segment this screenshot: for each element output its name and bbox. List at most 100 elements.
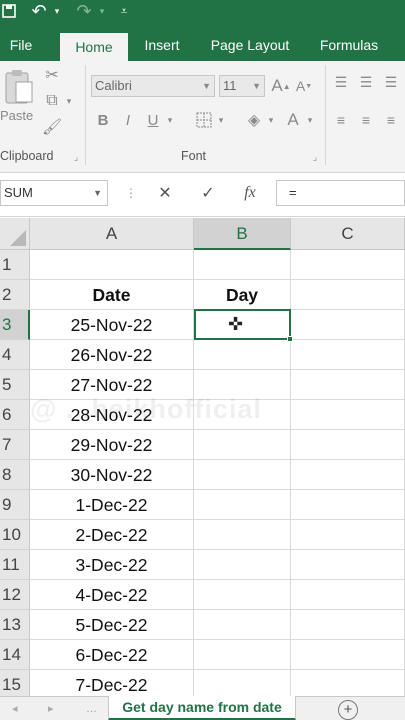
cell-c3[interactable] — [291, 310, 405, 340]
font-name-combo[interactable]: Calibri ▼ — [91, 75, 215, 97]
cell-b1[interactable] — [194, 250, 291, 280]
tab-home[interactable]: Home — [60, 33, 128, 61]
underline-dropdown-icon[interactable]: ▾ — [164, 109, 176, 131]
align-left-icon[interactable]: ≡ — [332, 111, 350, 129]
paste-icon[interactable] — [2, 67, 36, 107]
cell-b13[interactable] — [194, 610, 291, 640]
column-header-b[interactable]: B — [194, 218, 291, 250]
row-header[interactable]: 4 — [0, 340, 30, 370]
row-header[interactable]: 6 — [0, 400, 30, 430]
tab-page-layout[interactable]: Page Layout — [206, 30, 294, 61]
cell-a13[interactable]: 5-Dec-22 — [30, 610, 194, 640]
tab-formulas[interactable]: Formulas — [312, 30, 386, 61]
tab-insert[interactable]: Insert — [136, 30, 188, 61]
cell-c12[interactable] — [291, 580, 405, 610]
underline-icon[interactable]: U — [143, 109, 163, 131]
font-color-dropdown-icon[interactable]: ▾ — [304, 109, 316, 131]
customize-qat-icon[interactable]: ⩡ — [118, 0, 130, 22]
row-header[interactable]: 2 — [0, 280, 30, 310]
cell-c4[interactable] — [291, 340, 405, 370]
borders-icon[interactable] — [193, 109, 215, 131]
fill-color-icon[interactable]: ◈ — [243, 109, 265, 131]
clipboard-launcher-icon[interactable]: ⌟ — [70, 151, 82, 163]
undo-dropdown-icon[interactable]: ▾ — [51, 0, 63, 22]
cell-a9[interactable]: 1-Dec-22 — [30, 490, 194, 520]
row-header[interactable]: 15 — [0, 670, 30, 696]
cell-a4[interactable]: 26-Nov-22 — [30, 340, 194, 370]
cell-a8[interactable]: 30-Nov-22 — [30, 460, 194, 490]
cell-c10[interactable] — [291, 520, 405, 550]
cell-b2[interactable]: Day — [194, 280, 291, 310]
paste-label[interactable]: Paste — [0, 108, 33, 123]
cell-b8[interactable] — [194, 460, 291, 490]
row-header[interactable]: 11 — [0, 550, 30, 580]
cancel-icon[interactable]: ✕ — [152, 180, 178, 206]
cell-c1[interactable] — [291, 250, 405, 280]
cell-c8[interactable] — [291, 460, 405, 490]
cell-a3[interactable]: 25-Nov-22 — [30, 310, 194, 340]
cell-a15[interactable]: 7-Dec-22 — [30, 670, 194, 696]
row-header[interactable]: 5 — [0, 370, 30, 400]
redo-icon[interactable]: ↷ — [73, 0, 95, 22]
cell-a7[interactable]: 29-Nov-22 — [30, 430, 194, 460]
row-header[interactable]: 14 — [0, 640, 30, 670]
cell-b4[interactable] — [194, 340, 291, 370]
format-painter-icon[interactable]: 🖌 — [42, 117, 62, 137]
cell-a12[interactable]: 4-Dec-22 — [30, 580, 194, 610]
cell-b7[interactable] — [194, 430, 291, 460]
cell-b14[interactable] — [194, 640, 291, 670]
align-center-icon[interactable]: ≡ — [357, 111, 375, 129]
bold-icon[interactable]: B — [93, 109, 113, 131]
cell-a10[interactable]: 2-Dec-22 — [30, 520, 194, 550]
grow-font-icon[interactable]: A ▲ — [271, 75, 291, 97]
cell-c14[interactable] — [291, 640, 405, 670]
cell-c11[interactable] — [291, 550, 405, 580]
align-middle-icon[interactable]: ☰ — [357, 73, 375, 91]
cell-a11[interactable]: 3-Dec-22 — [30, 550, 194, 580]
enter-icon[interactable]: ✓ — [195, 180, 221, 206]
column-header-c[interactable]: C — [291, 218, 405, 250]
column-header-a[interactable]: A — [30, 218, 194, 250]
cell-c5[interactable] — [291, 370, 405, 400]
align-bottom-icon[interactable]: ☰ — [382, 73, 400, 91]
cell-c2[interactable] — [291, 280, 405, 310]
cell-a1[interactable] — [30, 250, 194, 280]
row-header[interactable]: 1 — [0, 250, 30, 280]
row-header[interactable]: 7 — [0, 430, 30, 460]
cell-c9[interactable] — [291, 490, 405, 520]
row-header[interactable]: 8 — [0, 460, 30, 490]
cut-icon[interactable]: ✂ — [42, 65, 62, 85]
cell-b11[interactable] — [194, 550, 291, 580]
name-box[interactable]: SUM ▼ — [0, 180, 108, 206]
tab-file[interactable]: File — [0, 30, 42, 61]
select-all-button[interactable] — [0, 218, 30, 250]
font-color-icon[interactable]: A — [282, 109, 304, 131]
font-size-combo[interactable]: 11 ▼ — [219, 75, 265, 97]
cell-a14[interactable]: 6-Dec-22 — [30, 640, 194, 670]
cell-c6[interactable] — [291, 400, 405, 430]
copy-icon[interactable]: ⧉ — [42, 91, 62, 111]
fill-color-dropdown-icon[interactable]: ▾ — [265, 109, 277, 131]
cell-b9[interactable] — [194, 490, 291, 520]
add-sheet-icon[interactable]: + — [338, 700, 358, 720]
save-icon[interactable] — [0, 0, 18, 22]
align-right-icon[interactable]: ≡ — [382, 111, 400, 129]
row-header[interactable]: 3 — [0, 310, 30, 340]
formula-input[interactable]: = — [276, 180, 405, 206]
undo-icon[interactable]: ↶ — [28, 0, 50, 22]
row-header[interactable]: 9 — [0, 490, 30, 520]
shrink-font-icon[interactable]: A ▼ — [294, 75, 314, 97]
cell-b15[interactable] — [194, 670, 291, 696]
align-top-icon[interactable]: ☰ — [332, 73, 350, 91]
cell-c15[interactable] — [291, 670, 405, 696]
sheet-next-icon[interactable]: ▸ — [48, 697, 54, 720]
sheet-prev-icon[interactable]: ◂ — [12, 697, 18, 720]
cell-b10[interactable] — [194, 520, 291, 550]
sheet-tab-active[interactable]: Get day name from date — [108, 696, 296, 720]
font-launcher-icon[interactable]: ⌟ — [309, 151, 321, 163]
cell-c13[interactable] — [291, 610, 405, 640]
insert-function-icon[interactable]: fx — [237, 180, 263, 206]
row-header[interactable]: 12 — [0, 580, 30, 610]
italic-icon[interactable]: I — [118, 109, 138, 131]
sheet-more-icon[interactable]: … — [86, 697, 97, 720]
